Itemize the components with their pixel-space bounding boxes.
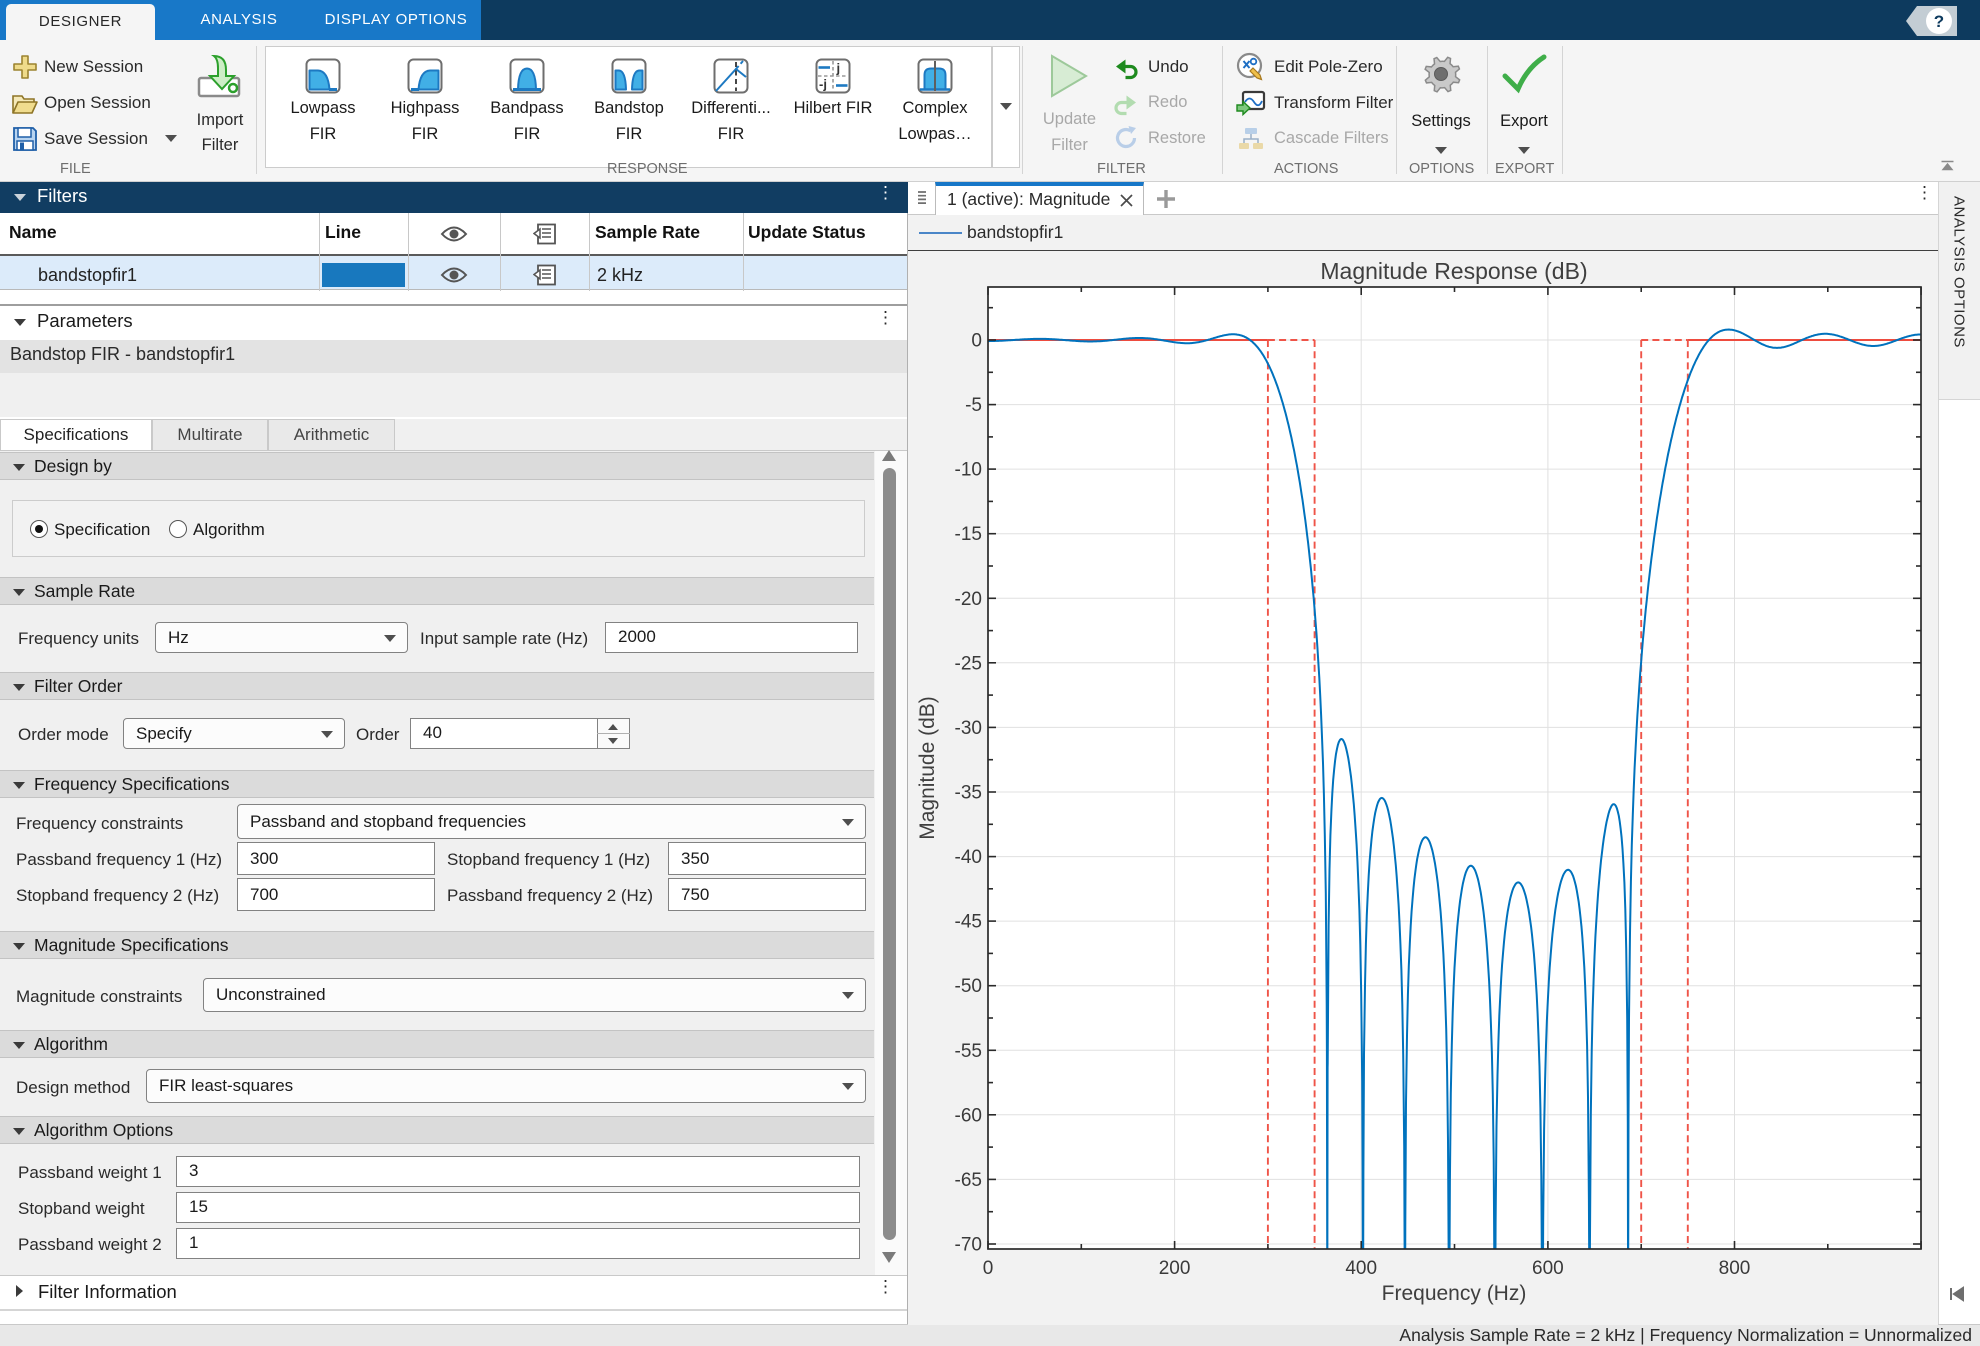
svg-text:-40: -40 — [955, 847, 982, 868]
svg-text:-5: -5 — [965, 395, 982, 416]
svg-text:?: ? — [1934, 12, 1944, 31]
svg-text:0: 0 — [983, 1258, 994, 1279]
svg-text:-30: -30 — [955, 718, 982, 739]
svg-text:-70: -70 — [955, 1235, 982, 1256]
svg-text:-10: -10 — [955, 460, 982, 481]
svg-text:-50: -50 — [955, 976, 982, 997]
svg-text:-45: -45 — [955, 912, 982, 933]
svg-text:-60: -60 — [955, 1105, 982, 1126]
svg-text:0: 0 — [971, 331, 982, 352]
svg-text:600: 600 — [1532, 1258, 1564, 1279]
svg-text:200: 200 — [1159, 1258, 1191, 1279]
svg-text:Magnitude (dB): Magnitude (dB) — [916, 696, 939, 840]
svg-text:Frequency (Hz): Frequency (Hz) — [1382, 1282, 1527, 1305]
svg-text:-55: -55 — [955, 1041, 982, 1062]
svg-text:-25: -25 — [955, 653, 982, 674]
svg-text:800: 800 — [1719, 1258, 1751, 1279]
svg-text:-15: -15 — [955, 524, 982, 545]
svg-text:-35: -35 — [955, 783, 982, 804]
svg-text:-20: -20 — [955, 589, 982, 610]
svg-text:-65: -65 — [955, 1170, 982, 1191]
svg-text:400: 400 — [1345, 1258, 1377, 1279]
svg-text:-j: -j — [819, 77, 827, 92]
svg-text:Magnitude Response (dB): Magnitude Response (dB) — [1320, 258, 1587, 284]
svg-text:j: j — [836, 61, 841, 76]
